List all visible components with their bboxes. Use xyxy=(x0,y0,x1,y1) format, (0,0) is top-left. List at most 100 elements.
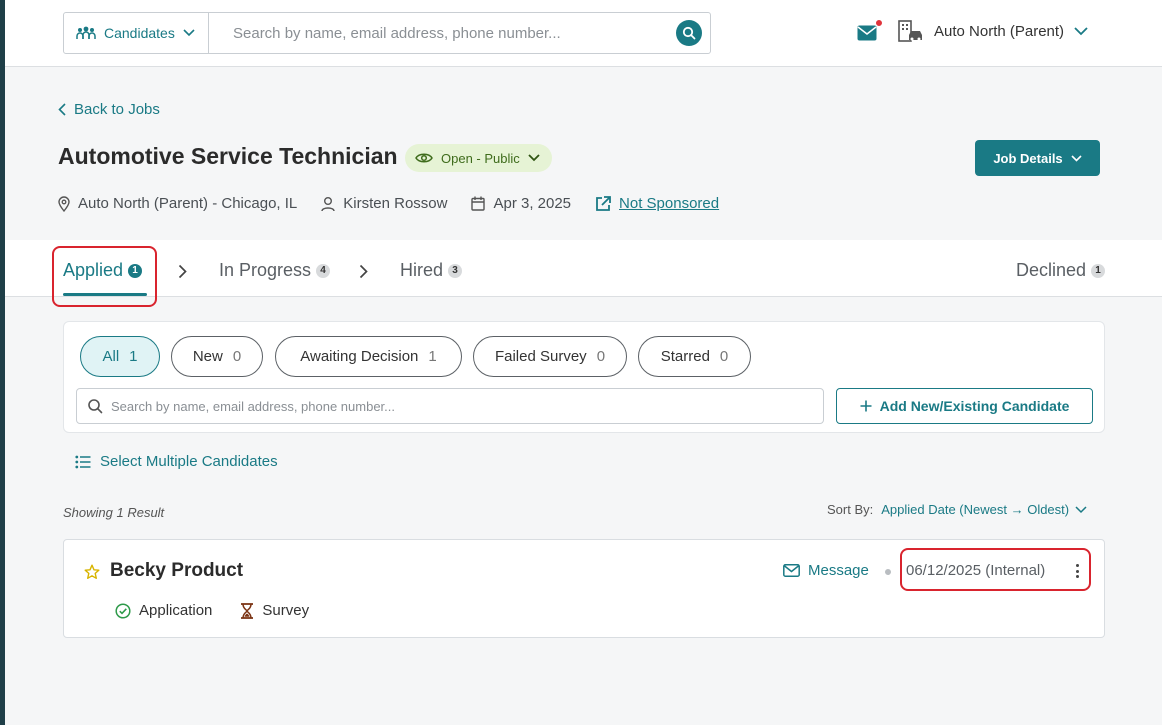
org-name: Auto North (Parent) xyxy=(934,22,1065,40)
filter-panel: All 1 New 0 Awaiting Decision 1 Failed S… xyxy=(63,321,1105,433)
check-circle-icon xyxy=(115,602,131,619)
calendar-icon xyxy=(471,196,486,211)
global-search-group: Candidates xyxy=(63,12,711,54)
chip-count: 1 xyxy=(428,348,437,365)
chevron-down-icon xyxy=(1075,505,1087,513)
global-search-box xyxy=(209,13,710,53)
filter-chip-all[interactable]: All 1 xyxy=(80,336,160,377)
job-recruiter-text: Kirsten Rossow xyxy=(343,195,448,212)
back-to-jobs-link[interactable]: Back to Jobs xyxy=(58,101,160,118)
kebab-dot xyxy=(1075,569,1079,573)
candidate-steps: Application Survey xyxy=(115,602,309,619)
candidate-search-input[interactable] xyxy=(111,398,823,414)
envelope-icon xyxy=(857,25,877,41)
job-details-button[interactable]: Job Details xyxy=(975,140,1100,176)
job-meta-row: Auto North (Parent) - Chicago, IL Kirste… xyxy=(58,195,743,212)
plus-icon xyxy=(860,400,872,412)
tab-count: 4 xyxy=(316,263,331,278)
chevron-right-icon xyxy=(359,264,368,279)
chip-count: 0 xyxy=(719,348,729,365)
results-count: Showing 1 Result xyxy=(63,505,165,520)
chevron-down-icon xyxy=(528,154,540,162)
chevron-down-icon xyxy=(183,29,195,37)
job-recruiter: Kirsten Rossow xyxy=(321,195,447,212)
step-application: Application xyxy=(115,602,212,619)
sort-dropdown[interactable]: Applied Date (Newest → Oldest) xyxy=(881,502,1087,517)
message-button[interactable]: Message xyxy=(783,562,869,579)
candidate-search-box xyxy=(76,388,824,424)
tab-label: Applied xyxy=(63,260,124,280)
tab-label: Declined xyxy=(1016,260,1087,280)
job-status-label: Open - Public xyxy=(441,150,520,166)
kebab-dot xyxy=(1075,564,1079,567)
active-tab-indicator xyxy=(63,293,147,296)
global-search-button[interactable] xyxy=(676,20,702,46)
entity-type-label: Candidates xyxy=(104,25,175,41)
chip-label: New xyxy=(192,348,223,365)
job-details-label: Job Details xyxy=(993,150,1063,166)
chip-label: Starred xyxy=(660,348,710,365)
message-label: Message xyxy=(808,562,869,579)
filter-chip-awaiting-decision[interactable]: Awaiting Decision 1 xyxy=(275,336,462,377)
building-car-icon xyxy=(898,20,922,42)
messages-button[interactable] xyxy=(857,19,883,44)
tab-count: 1 xyxy=(128,263,143,278)
step-label: Application xyxy=(139,602,213,619)
chip-label: Failed Survey xyxy=(494,348,587,365)
step-label: Survey xyxy=(262,602,310,619)
list-icon xyxy=(75,455,91,468)
job-status-dropdown[interactable]: Open - Public xyxy=(405,144,552,172)
sponsorship-label: Not Sponsored xyxy=(619,195,720,212)
candidate-name[interactable]: Becky Product xyxy=(110,560,243,582)
candidate-card[interactable]: Becky Product Message 06/12/2025 (Intern… xyxy=(63,539,1105,638)
kebab-dot xyxy=(1075,575,1079,578)
filter-chip-starred[interactable]: Starred 0 xyxy=(638,336,751,377)
tab-label: In Progress xyxy=(219,260,312,280)
top-bar: Candidates Auto North (Parent) xyxy=(5,0,1162,67)
filter-chip-failed-survey[interactable]: Failed Survey 0 xyxy=(473,336,627,377)
sort-value: Applied Date (Newest → Oldest) xyxy=(881,502,1070,517)
pipeline-tabs: Applied 1 In Progress 4 Hired 3 Declined… xyxy=(5,240,1162,297)
tab-applied[interactable]: Applied 1 xyxy=(63,260,143,281)
org-switcher[interactable]: Auto North (Parent) xyxy=(898,20,1088,42)
filter-chip-new[interactable]: New 0 xyxy=(171,336,263,377)
chip-count: 0 xyxy=(232,348,242,365)
sponsorship-link[interactable]: Not Sponsored xyxy=(595,195,719,212)
search-icon xyxy=(682,26,696,40)
tab-count: 1 xyxy=(1091,263,1106,278)
job-date: Apr 3, 2025 xyxy=(471,195,571,212)
eye-icon xyxy=(415,153,433,163)
envelope-icon xyxy=(783,564,800,577)
add-candidate-label: Add New/Existing Candidate xyxy=(879,398,1070,414)
entity-type-select[interactable]: Candidates xyxy=(64,13,209,53)
job-title: Automotive Service Technician xyxy=(58,143,398,169)
tab-in-progress[interactable]: In Progress 4 xyxy=(219,260,331,281)
chevron-down-icon xyxy=(1074,26,1088,35)
job-location: Auto North (Parent) - Chicago, IL xyxy=(58,195,297,212)
chip-label: All xyxy=(102,348,120,365)
hourglass-icon xyxy=(241,602,254,619)
chip-count: 0 xyxy=(596,348,606,365)
select-multiple-button[interactable]: Select Multiple Candidates xyxy=(75,453,278,470)
applied-date: 06/12/2025 (Internal) xyxy=(906,562,1046,579)
separator-dot xyxy=(885,569,891,575)
app-left-rail xyxy=(0,0,5,725)
map-pin-icon xyxy=(58,195,70,212)
tab-hired[interactable]: Hired 3 xyxy=(400,260,463,281)
tab-count: 3 xyxy=(448,263,463,278)
step-survey: Survey xyxy=(240,602,309,619)
chip-count: 1 xyxy=(129,348,138,365)
more-options-button[interactable] xyxy=(1071,562,1083,580)
global-search-input[interactable] xyxy=(233,24,676,42)
tab-declined[interactable]: Declined 1 xyxy=(1016,260,1106,281)
star-icon[interactable] xyxy=(84,564,100,580)
people-group-icon xyxy=(76,26,96,39)
sort-label: Sort By: xyxy=(827,502,874,517)
search-icon xyxy=(88,399,103,414)
add-candidate-button[interactable]: Add New/Existing Candidate xyxy=(836,388,1093,424)
user-icon xyxy=(321,196,335,211)
chevron-right-icon xyxy=(178,264,187,279)
notification-dot xyxy=(875,19,883,27)
tab-label: Hired xyxy=(400,260,444,280)
chevron-left-icon xyxy=(58,103,66,116)
